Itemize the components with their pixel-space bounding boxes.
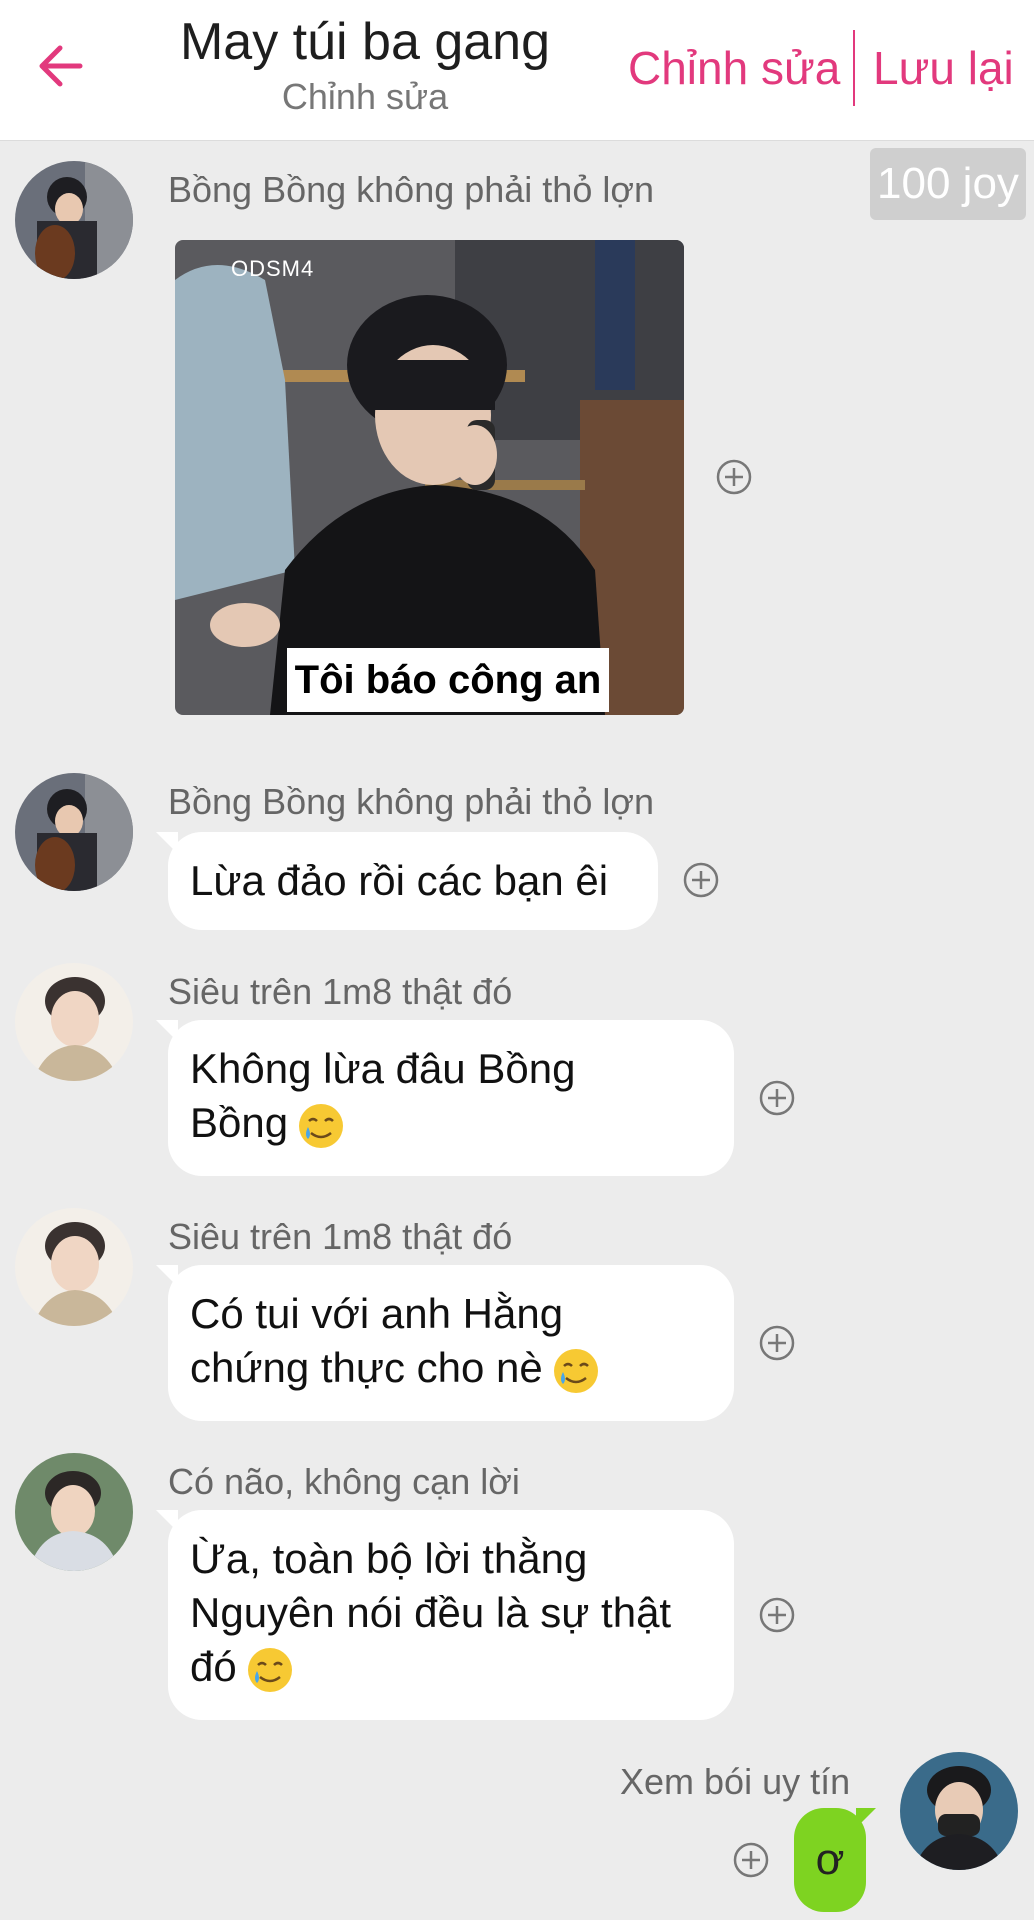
image-caption: Tôi báo công an bbox=[287, 648, 609, 712]
header-divider bbox=[853, 30, 855, 106]
message-line: Ừa, toàn bộ lời thằng bbox=[190, 1535, 588, 1582]
message-line: Không lừa đâu Bồng bbox=[190, 1045, 576, 1092]
sender-name: Xem bói uy tín bbox=[620, 1761, 851, 1802]
message-line: Bồng bbox=[190, 1099, 289, 1146]
avatar[interactable] bbox=[15, 963, 133, 1081]
sender-name: Bồng Bồng không phải thỏ lợn bbox=[168, 781, 654, 822]
sender-name: Bồng Bồng không phải thỏ lợn bbox=[168, 169, 654, 210]
message-line: đó bbox=[190, 1643, 237, 1690]
avatar[interactable] bbox=[15, 161, 133, 279]
smiling-tear-emoji-icon bbox=[553, 1348, 598, 1393]
message-line: chứng thực cho nè bbox=[190, 1344, 543, 1391]
page-subtitle: Chỉnh sửa bbox=[281, 76, 449, 117]
message-bubble[interactable]: Ừa, toàn bộ lời thằng Nguyên nói đều là … bbox=[156, 1510, 734, 1720]
image-message[interactable]: ODSM4 Tôi báo công an bbox=[175, 240, 684, 715]
add-reaction-icon[interactable] bbox=[757, 1078, 797, 1118]
image-watermark: ODSM4 bbox=[231, 256, 315, 281]
sender-name: Có não, không cạn lời bbox=[168, 1461, 520, 1502]
my-message-bubble[interactable]: ơ bbox=[794, 1808, 876, 1912]
message-line: Nguyên nói đều là sự thật bbox=[190, 1589, 672, 1636]
edit-button[interactable]: Chỉnh sửa bbox=[628, 38, 840, 98]
arrow-left-icon bbox=[39, 45, 83, 87]
avatar[interactable] bbox=[15, 773, 133, 891]
avatar[interactable] bbox=[15, 1208, 133, 1326]
smiling-tear-emoji-icon bbox=[247, 1647, 292, 1692]
sender-name: Siêu trên 1m8 thật đó bbox=[168, 1216, 513, 1257]
message-text: Lừa đảo rồi các bạn êi bbox=[190, 857, 609, 904]
title-block: May túi ba gang Chỉnh sửa bbox=[150, 10, 580, 120]
message-line-wrap: đó bbox=[190, 1640, 712, 1695]
smiling-tear-emoji-icon bbox=[299, 1103, 344, 1148]
sender-name: Siêu trên 1m8 thật đó bbox=[168, 971, 513, 1012]
back-button[interactable] bbox=[28, 38, 92, 94]
avatar[interactable] bbox=[900, 1752, 1018, 1870]
add-reaction-icon[interactable] bbox=[757, 1323, 797, 1363]
message-bubble[interactable]: Không lừa đâu Bồng Bồng bbox=[156, 1020, 734, 1176]
joy-badge: 100 joy bbox=[870, 148, 1026, 220]
add-reaction-icon[interactable] bbox=[681, 860, 721, 900]
add-reaction-icon[interactable] bbox=[757, 1595, 797, 1635]
add-reaction-icon[interactable] bbox=[731, 1840, 771, 1880]
message-text: ơ bbox=[815, 1835, 845, 1884]
avatar[interactable] bbox=[15, 1453, 133, 1571]
message-line-wrap: Bồng bbox=[190, 1096, 712, 1151]
message-bubble[interactable]: Lừa đảo rồi các bạn êi bbox=[156, 832, 658, 930]
message-line: Có tui với anh Hằng bbox=[190, 1290, 564, 1337]
add-reaction-icon[interactable] bbox=[714, 457, 754, 497]
chat-header: May túi ba gang Chỉnh sửa Chỉnh sửa Lưu … bbox=[0, 0, 1034, 141]
save-button[interactable]: Lưu lại bbox=[873, 38, 1014, 98]
message-line-wrap: chứng thực cho nè bbox=[190, 1341, 712, 1396]
message-bubble[interactable]: Có tui với anh Hằng chứng thực cho nè bbox=[156, 1265, 734, 1421]
page-title: May túi ba gang bbox=[179, 13, 551, 71]
